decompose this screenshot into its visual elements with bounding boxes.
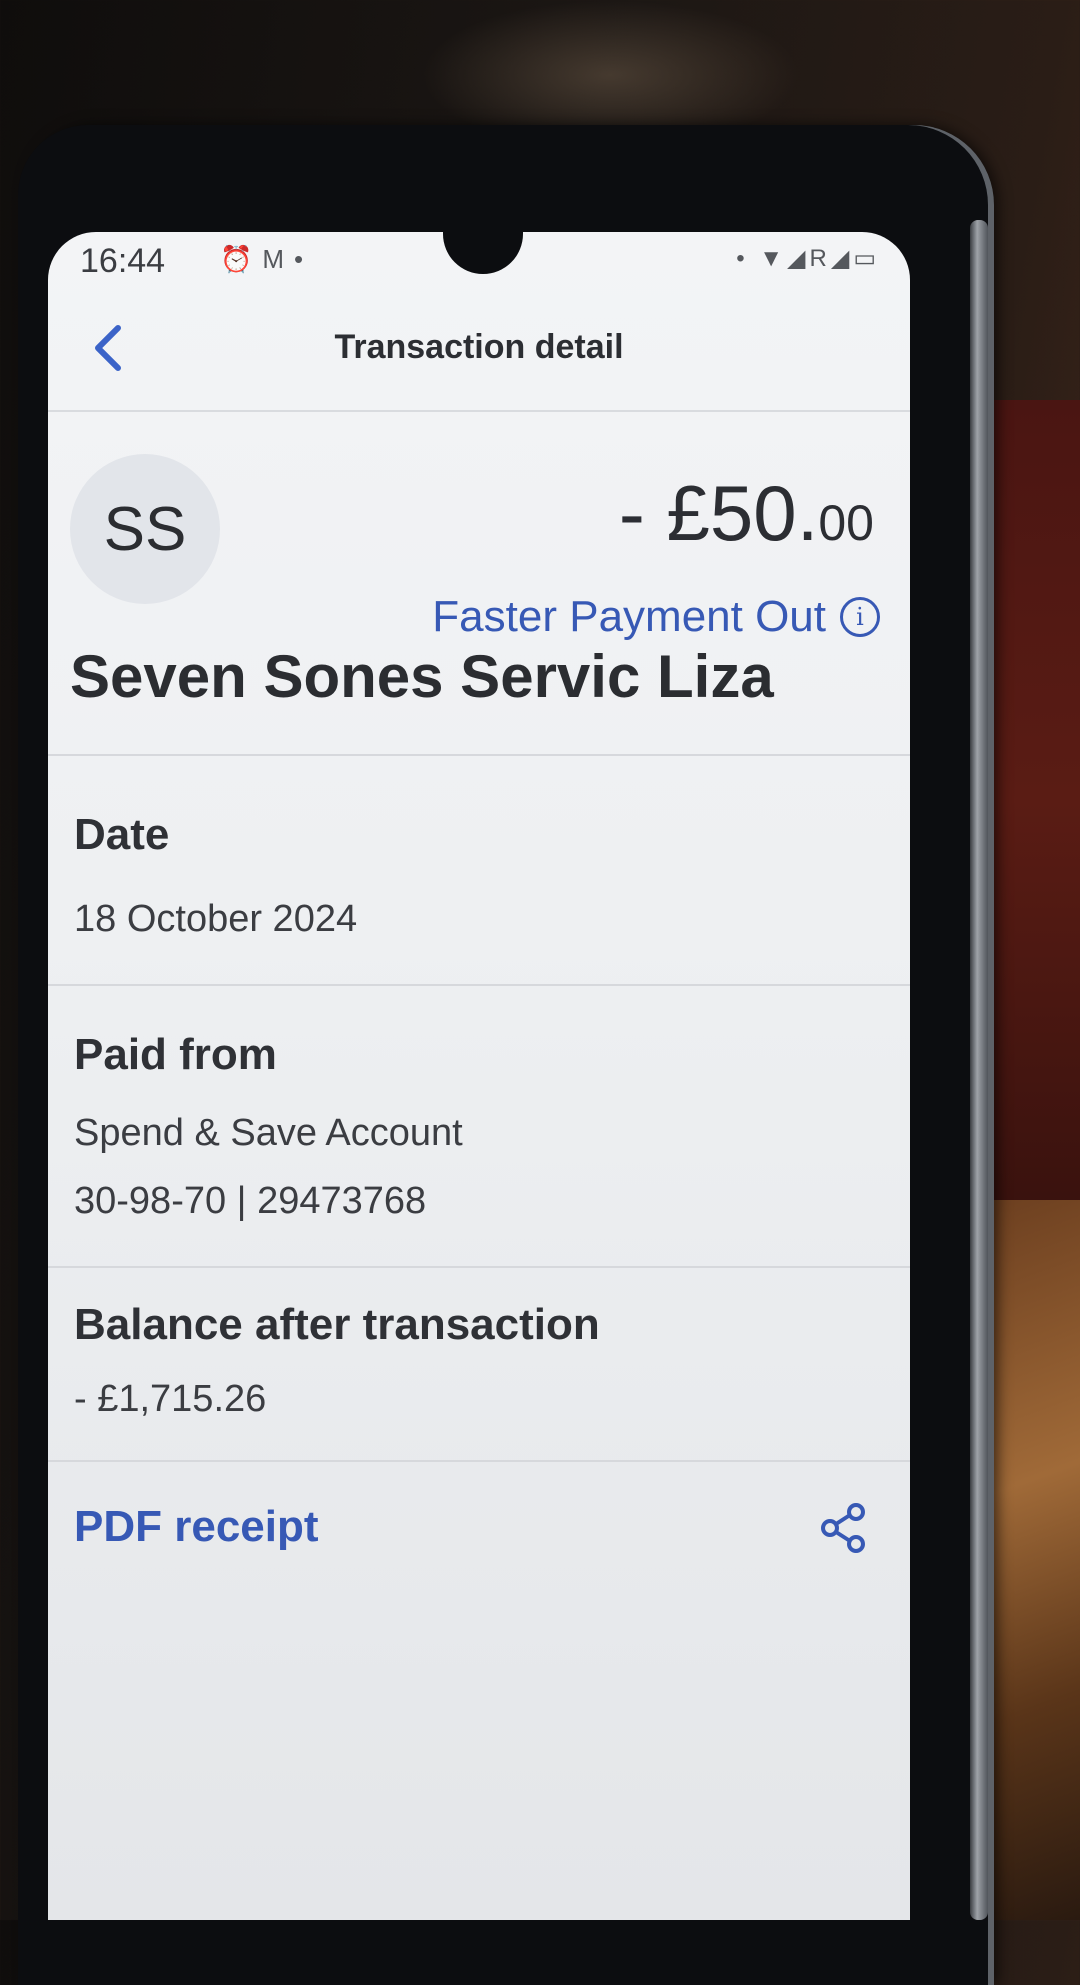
phone-screen: 16:44 ⏰M• • ▼◢R◢▭ Transaction detail SS … xyxy=(48,232,910,1920)
divider xyxy=(48,754,910,756)
amount-main: - £50. xyxy=(618,469,819,557)
paid-from-label: Paid from xyxy=(74,1030,277,1079)
status-left-icons: ⏰M• xyxy=(220,244,313,275)
payment-type[interactable]: Faster Payment Out i xyxy=(432,592,880,642)
date-value: 18 October 2024 xyxy=(74,898,358,940)
balance-value: - £1,715.26 xyxy=(74,1378,267,1420)
dot-icon: • xyxy=(294,244,314,274)
gmail-icon: M xyxy=(262,244,295,274)
account-numbers: 30-98-70 | 29473768 xyxy=(74,1180,427,1222)
payment-type-label: Faster Payment Out xyxy=(432,592,826,641)
status-right-icons: • ▼◢R◢▭ xyxy=(736,244,880,273)
status-bar: 16:44 ⏰M• • ▼◢R◢▭ xyxy=(48,232,910,292)
balance-label: Balance after transaction xyxy=(74,1300,600,1349)
info-icon[interactable]: i xyxy=(840,597,880,637)
share-icon[interactable] xyxy=(818,1502,870,1554)
divider xyxy=(48,984,910,986)
header: Transaction detail xyxy=(48,292,910,412)
avatar: SS xyxy=(70,454,220,604)
amount-decimals: 00 xyxy=(818,495,874,551)
dot-icon: • xyxy=(736,245,749,272)
battery-icon: ▭ xyxy=(853,245,880,272)
wifi-icon: ▼ xyxy=(759,245,788,272)
payee-name: Seven Sones Servic Liza xyxy=(70,643,774,710)
account-name: Spend & Save Account xyxy=(74,1112,463,1154)
page-title: Transaction detail xyxy=(334,328,624,366)
phone-side-edge xyxy=(970,220,988,1920)
transaction-amount: - £50.00 xyxy=(619,468,874,559)
divider xyxy=(48,1266,910,1268)
roaming-label: R xyxy=(809,245,831,272)
divider xyxy=(48,1460,910,1462)
signal-icon: ◢ xyxy=(787,245,810,272)
signal-icon-2: ◢ xyxy=(830,245,854,272)
date-label: Date xyxy=(74,810,170,859)
status-time: 16:44 xyxy=(80,242,166,280)
pdf-receipt-link[interactable]: PDF receipt xyxy=(74,1502,319,1552)
background-red-object xyxy=(990,400,1080,1200)
alarm-icon: ⏰ xyxy=(220,244,263,274)
